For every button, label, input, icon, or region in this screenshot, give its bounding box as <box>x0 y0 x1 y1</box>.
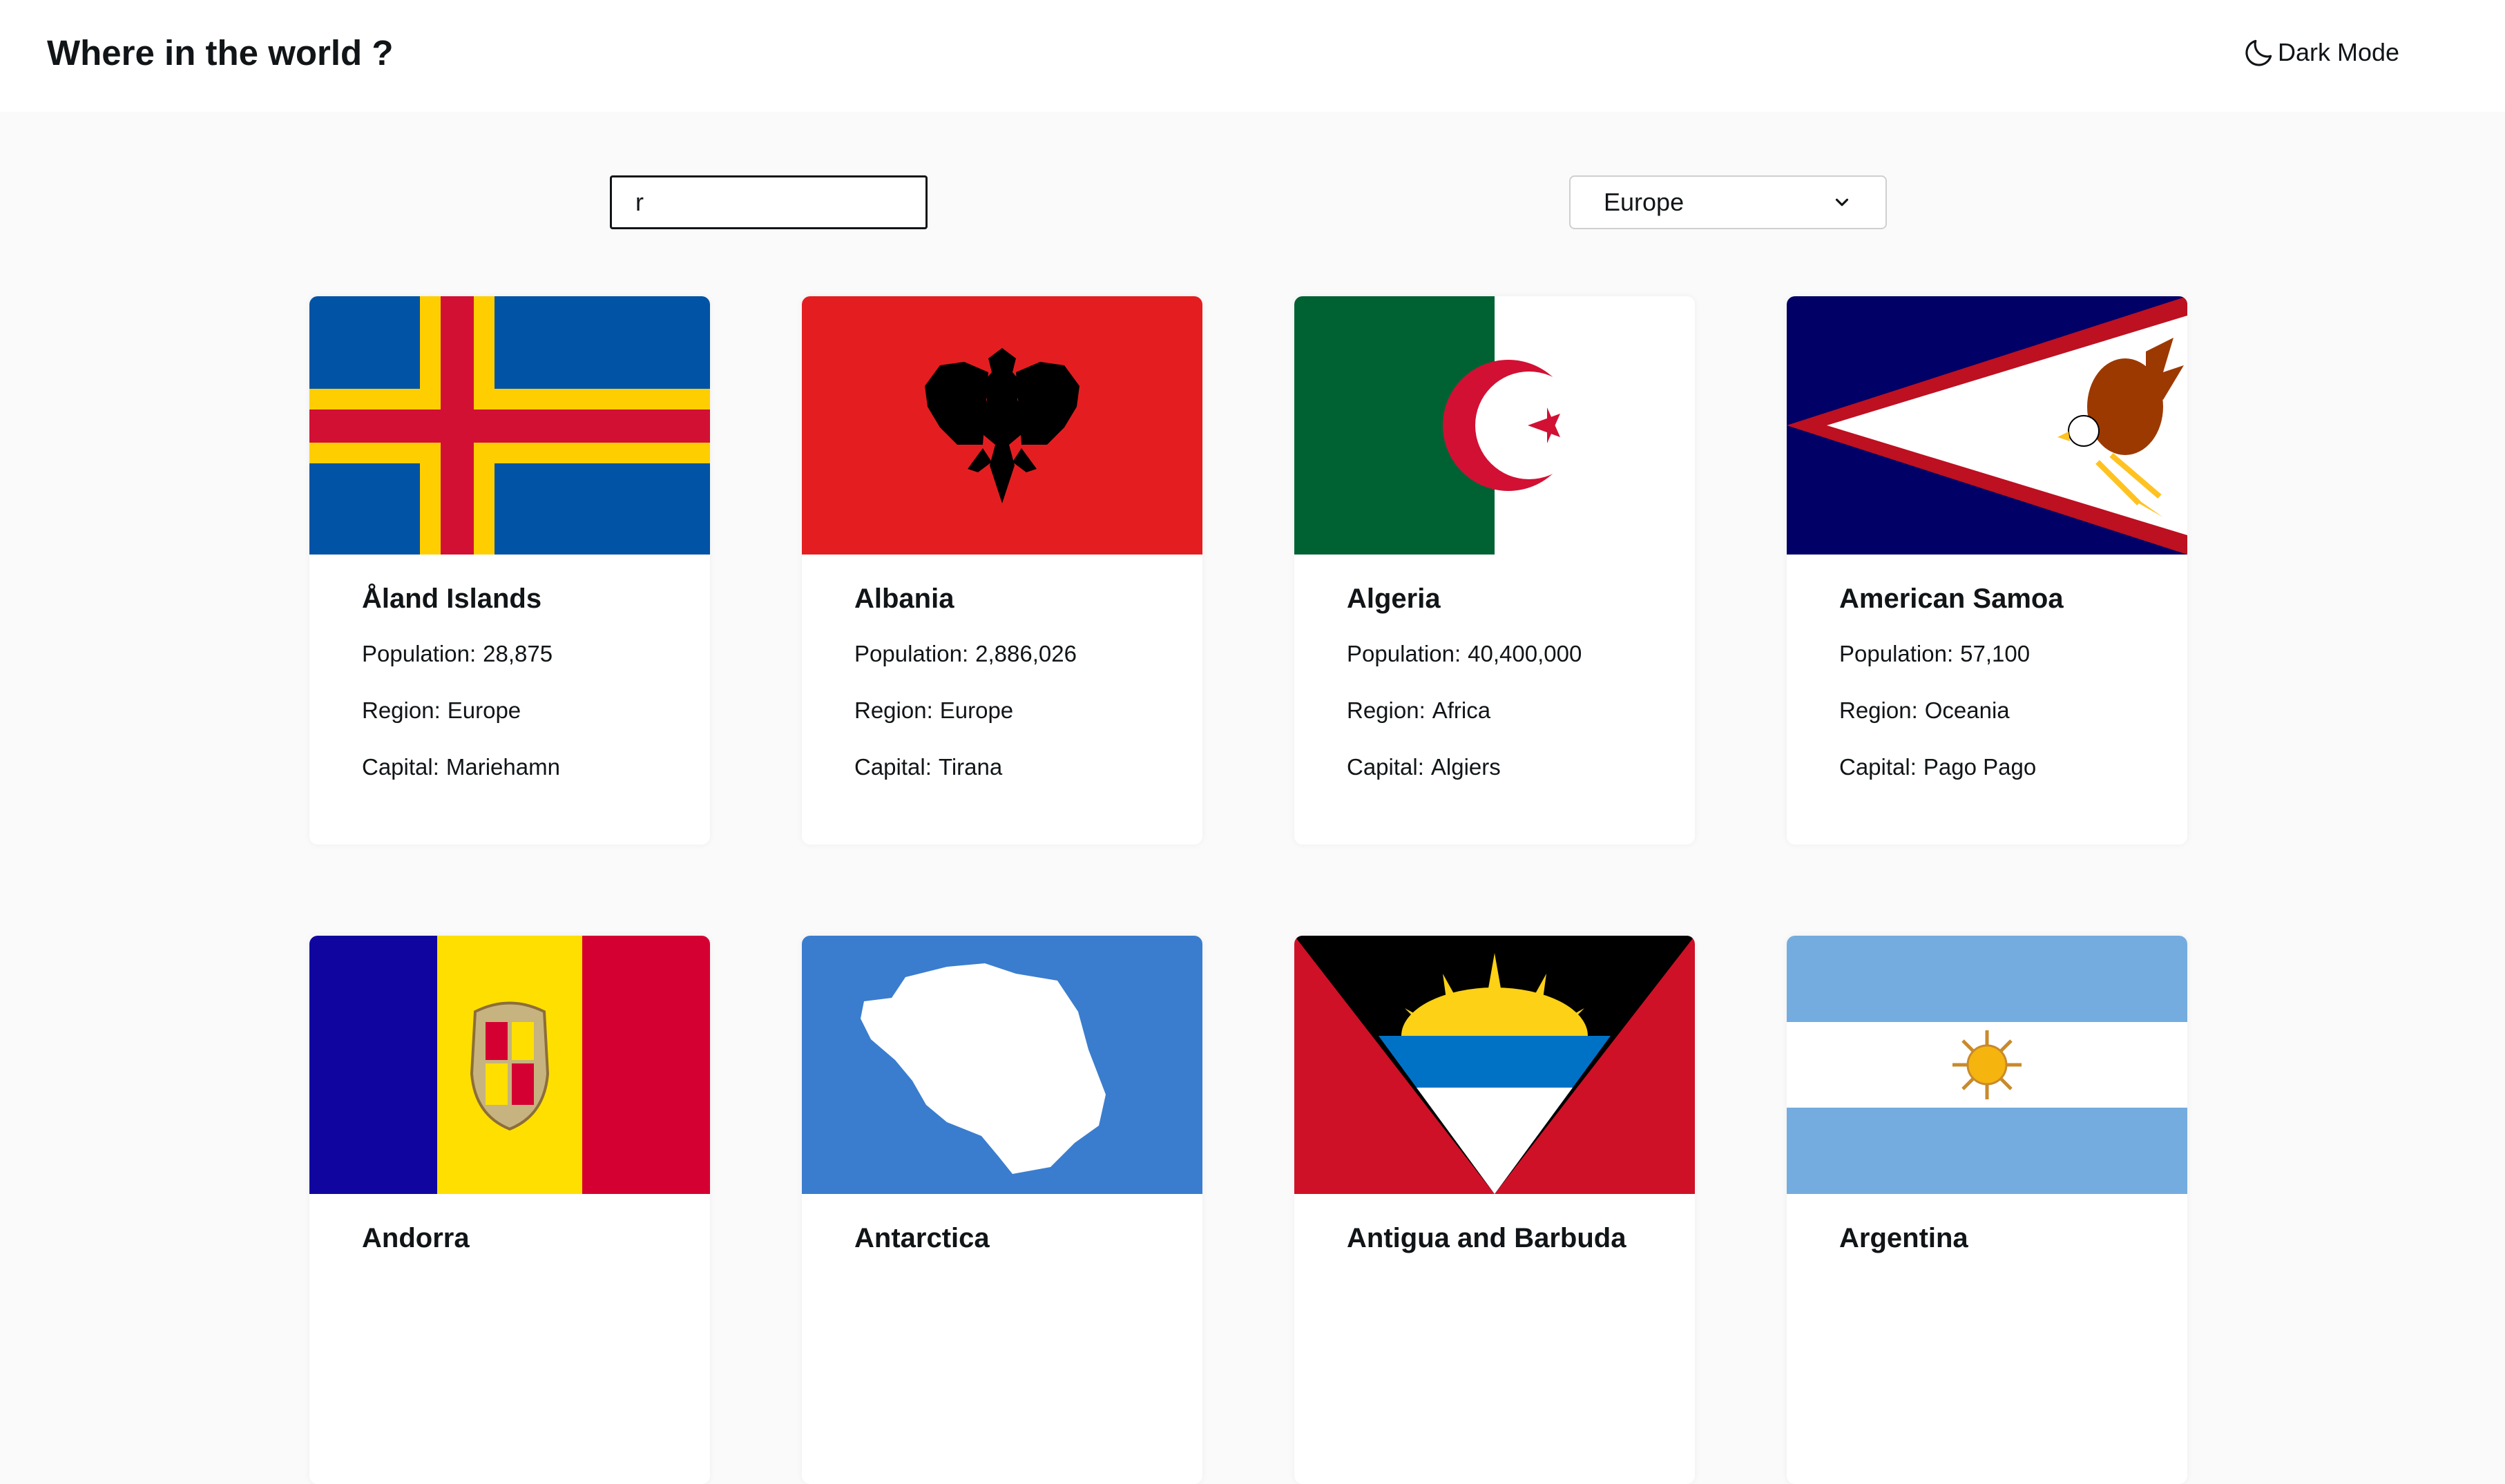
flag-image <box>1294 936 1695 1194</box>
capital-value: Algiers <box>1430 754 1501 780</box>
capital-stat: Capital: Pago Pago <box>1839 753 2187 781</box>
population-value: 2,886,026 <box>975 641 1077 666</box>
region-stat: Region: Oceania <box>1839 697 2187 724</box>
app-title: Where in the world ? <box>47 33 394 73</box>
region-label: Region: <box>854 697 933 723</box>
country-card[interactable]: Argentina <box>1787 936 2187 1484</box>
moon-icon <box>2245 39 2272 66</box>
flag-image <box>802 936 1202 1194</box>
country-card[interactable]: American Samoa Population: 57,100 Region:… <box>1787 296 2187 845</box>
population-label: Population: <box>1839 641 1954 666</box>
population-stat: Population: 2,886,026 <box>854 640 1202 668</box>
header: Where in the world ? Dark Mode <box>0 0 2505 112</box>
region-filter-select[interactable]: Europe <box>1569 175 1887 229</box>
country-name: Argentina <box>1839 1223 1968 1253</box>
capital-label: Capital: <box>1347 754 1424 780</box>
flag-image <box>309 296 710 555</box>
population-label: Population: <box>362 641 477 666</box>
region-label: Region: <box>1839 697 1918 723</box>
country-card[interactable]: Antarctica <box>802 936 1202 1484</box>
region-value: Africa <box>1432 697 1491 723</box>
capital-stat: Capital: Tirana <box>854 753 1202 781</box>
search-input[interactable] <box>610 175 928 229</box>
population-stat: Population: 57,100 <box>1839 640 2187 668</box>
country-name: Andorra <box>362 1223 470 1253</box>
region-label: Region: <box>362 697 441 723</box>
population-value: 28,875 <box>483 641 553 666</box>
capital-value: Mariehamn <box>445 754 560 780</box>
dark-mode-label: Dark Mode <box>2278 38 2400 66</box>
country-card[interactable]: Algeria Population: 40,400,000 Region: Afr… <box>1294 296 1695 845</box>
population-label: Population: <box>854 641 969 666</box>
capital-label: Capital: <box>1839 754 1917 780</box>
capital-label: Capital: <box>854 754 932 780</box>
region-stat: Region: Europe <box>854 697 1202 724</box>
country-name: Antarctica <box>854 1223 990 1253</box>
country-card[interactable]: Antigua and Barbuda <box>1294 936 1695 1484</box>
country-name: Albania <box>854 584 954 614</box>
capital-stat: Capital: Algiers <box>1347 753 1695 781</box>
capital-value: Pago Pago <box>1923 754 2037 780</box>
country-card[interactable]: Åland Islands Population: 28,875 Region: E… <box>309 296 710 845</box>
country-card[interactable]: Albania Population: 2,886,026 Region: Euro… <box>802 296 1202 845</box>
chevron-down-icon <box>1835 198 1849 206</box>
flag-image <box>802 296 1202 555</box>
country-name: Åland Islands <box>362 584 542 614</box>
capital-stat: Capital: Mariehamn <box>362 753 710 781</box>
population-value: 57,100 <box>1960 641 2031 666</box>
country-name: Algeria <box>1347 584 1441 614</box>
flag-image <box>1787 936 2187 1194</box>
region-label: Region: <box>1347 697 1426 723</box>
capital-label: Capital: <box>362 754 439 780</box>
flag-image <box>1294 296 1695 555</box>
region-value: Oceania <box>1924 697 2010 723</box>
region-value: Europe <box>939 697 1014 723</box>
flag-image <box>309 936 710 1194</box>
region-stat: Region: Africa <box>1347 697 1695 724</box>
country-name: Antigua and Barbuda <box>1347 1223 1626 1253</box>
population-stat: Population: 40,400,000 <box>1347 640 1695 668</box>
capital-value: Tirana <box>938 754 1003 780</box>
country-card[interactable]: Andorra <box>309 936 710 1484</box>
country-name: American Samoa <box>1839 584 2064 614</box>
population-label: Population: <box>1347 641 1461 666</box>
region-value: Europe <box>447 697 521 723</box>
region-stat: Region: Europe <box>362 697 710 724</box>
population-stat: Population: 28,875 <box>362 640 710 668</box>
dark-mode-toggle[interactable]: Dark Mode <box>2242 33 2399 72</box>
population-value: 40,400,000 <box>1468 641 1582 666</box>
region-filter-value: Europe <box>1604 188 1685 216</box>
flag-image <box>1787 296 2187 555</box>
